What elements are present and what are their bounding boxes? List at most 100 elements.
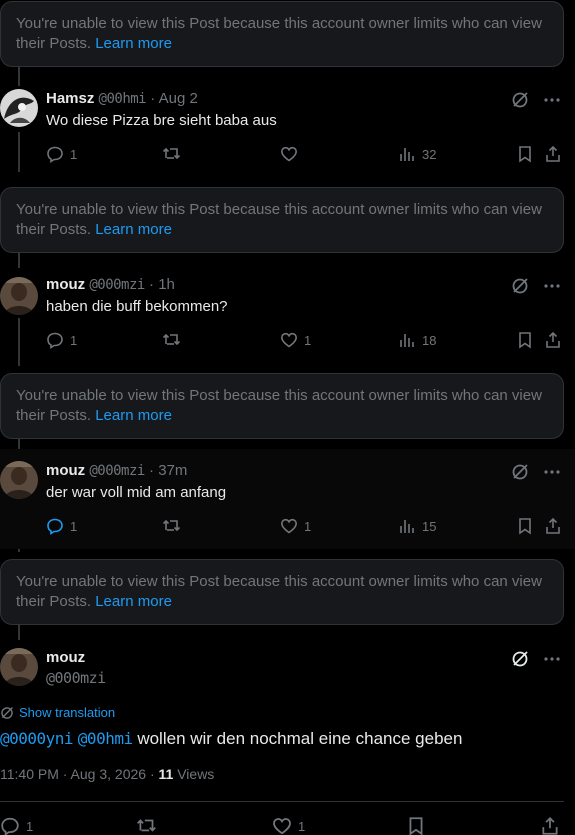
share-button[interactable]	[544, 331, 562, 349]
post-header: mouz @000mzi · 1h	[46, 275, 175, 295]
like-button[interactable]: 1	[280, 331, 311, 349]
post-actions: 1 1 18	[46, 331, 566, 351]
show-translation[interactable]: Show translation	[0, 705, 115, 720]
heart-icon	[280, 332, 298, 348]
timestamp[interactable]: 1h	[158, 276, 175, 293]
repost-button[interactable]	[162, 331, 182, 349]
analytics-icon	[400, 148, 414, 161]
mention-link[interactable]: @00hmi	[78, 729, 133, 748]
more-icon[interactable]	[543, 91, 561, 109]
repost-button[interactable]	[136, 816, 158, 835]
display-name[interactable]: Hamsz	[46, 90, 94, 107]
repost-icon	[162, 519, 181, 532]
analytics-icon	[400, 334, 414, 347]
learn-more-link[interactable]: Learn more	[95, 35, 172, 52]
avatar[interactable]	[0, 89, 38, 127]
heart-icon	[273, 818, 291, 835]
like-count: 1	[298, 818, 306, 834]
separator: ·	[149, 462, 155, 479]
reply-count: 1	[70, 518, 78, 534]
main-display-name[interactable]: mouz	[46, 649, 85, 666]
grok-icon[interactable]	[511, 650, 529, 668]
more-icon[interactable]	[543, 650, 561, 668]
separator: ·	[150, 90, 156, 107]
main-post-text: @0000yni @00hmi wollen wir den nochmal e…	[0, 728, 462, 750]
main-post-actions: 1 1	[0, 816, 575, 835]
view-count: 32	[422, 146, 437, 162]
reply-button[interactable]: 1	[0, 816, 33, 835]
learn-more-link[interactable]: Learn more	[95, 407, 172, 424]
share-button[interactable]	[544, 145, 562, 163]
like-count: 1	[304, 332, 312, 348]
views-button[interactable]: 32	[398, 145, 436, 163]
analytics-icon	[400, 520, 414, 533]
share-button[interactable]	[540, 816, 560, 835]
share-button[interactable]	[544, 517, 562, 535]
post-meta: 11:40 PM · Aug 3, 2026 · 11 Views	[0, 766, 214, 782]
translate-icon	[1, 706, 13, 719]
view-count: 15	[422, 518, 437, 534]
handle[interactable]: @00hmi	[99, 91, 147, 107]
main-top-actions	[511, 650, 561, 668]
mention-link[interactable]: @0000yni	[0, 729, 74, 748]
repost-button[interactable]	[162, 517, 182, 535]
grok-icon[interactable]	[511, 277, 529, 295]
more-icon[interactable]	[543, 277, 561, 295]
bookmark-button[interactable]	[516, 517, 534, 535]
post-top-actions	[511, 91, 561, 109]
restricted-post-notice: You're unable to view this Post because …	[0, 559, 564, 625]
more-icon[interactable]	[543, 463, 561, 481]
reply-button[interactable]: 1	[46, 145, 77, 163]
restricted-post-notice: You're unable to view this Post because …	[0, 187, 564, 253]
share-icon	[546, 517, 560, 534]
repost-button[interactable]	[162, 145, 182, 163]
grok-icon[interactable]	[511, 91, 529, 109]
reply-post[interactable]: Hamsz @00hmi · Aug 2 Wo diese Pizza bre …	[0, 89, 575, 179]
reply-icon	[47, 518, 63, 535]
heart-icon	[280, 146, 298, 162]
bookmark-button[interactable]	[516, 145, 534, 163]
bookmark-button[interactable]	[406, 816, 426, 835]
timestamp[interactable]: 11:40 PM · Aug 3, 2026 ·	[0, 766, 159, 782]
reply-count: 1	[26, 818, 34, 834]
reply-button[interactable]: 1	[46, 331, 77, 349]
avatar[interactable]	[0, 277, 38, 315]
views-button[interactable]: 15	[398, 517, 436, 535]
post-actions: 1 1 15	[46, 517, 566, 537]
reply-button[interactable]: 1	[46, 517, 77, 535]
main-avatar[interactable]	[0, 648, 38, 686]
display-name[interactable]: mouz	[46, 276, 85, 293]
views-label: Views	[177, 766, 215, 782]
reply-post[interactable]: mouz @000mzi · 37m der war voll mid am a…	[0, 449, 575, 549]
timestamp[interactable]: 37m	[158, 462, 187, 479]
like-count: 1	[304, 518, 312, 534]
main-text-body: wollen wir den nochmal eine chance geben	[137, 729, 463, 748]
like-button[interactable]: 1	[272, 816, 305, 835]
display-name[interactable]: mouz	[46, 462, 85, 479]
share-icon	[546, 331, 560, 348]
show-translation-label[interactable]: Show translation	[19, 705, 115, 720]
grok-icon[interactable]	[511, 463, 529, 481]
post-header: Hamsz @00hmi · Aug 2	[46, 89, 198, 109]
learn-more-link[interactable]: Learn more	[95, 593, 172, 610]
like-button[interactable]	[280, 145, 304, 163]
like-button[interactable]: 1	[280, 517, 311, 535]
handle[interactable]: @000mzi	[89, 463, 145, 479]
repost-icon	[162, 333, 181, 346]
view-count: 18	[422, 332, 437, 348]
repost-icon	[137, 819, 156, 832]
thread-line	[18, 66, 20, 86]
post-header: mouz @000mzi · 37m	[46, 461, 187, 481]
learn-more-link[interactable]: Learn more	[95, 221, 172, 238]
handle[interactable]: @000mzi	[89, 277, 145, 293]
reply-count: 1	[70, 332, 78, 348]
timestamp[interactable]: Aug 2	[159, 90, 198, 107]
thread-line	[18, 624, 20, 640]
bookmark-icon	[409, 817, 423, 835]
bookmark-icon	[519, 146, 531, 163]
reply-post[interactable]: mouz @000mzi · 1h haben die buff bekomme…	[0, 275, 575, 365]
main-handle[interactable]: @000mzi	[46, 669, 106, 687]
views-button[interactable]: 18	[398, 331, 436, 349]
avatar[interactable]	[0, 461, 38, 499]
bookmark-button[interactable]	[516, 331, 534, 349]
